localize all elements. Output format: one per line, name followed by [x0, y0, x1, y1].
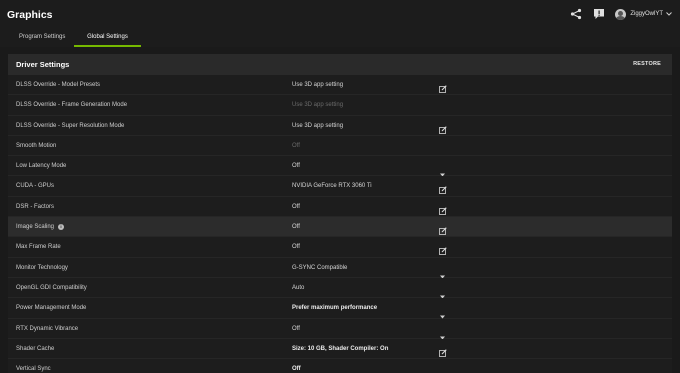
setting-label-text: DLSS Override - Super Resolution Mode: [16, 122, 125, 129]
setting-value[interactable]: Use 3D app setting: [292, 82, 343, 88]
chevron-down-icon[interactable]: [440, 266, 445, 279]
setting-value[interactable]: Off: [292, 326, 300, 332]
chevron-down-icon[interactable]: [440, 164, 445, 177]
setting-label-text: Image Scaling: [16, 224, 55, 231]
setting-label-text: OpenGL GDI Compatibility: [16, 284, 87, 291]
setting-label: DLSS Override - Super Resolution Mode: [16, 123, 124, 129]
setting-value[interactable]: G-SYNC Compatible: [292, 265, 347, 271]
settings-list: DLSS Override - Model Presets Use 3D app …: [8, 75, 672, 373]
edit-icon[interactable]: [439, 202, 447, 215]
tab-global-settings[interactable]: Global Settings: [74, 34, 141, 47]
setting-row[interactable]: Monitor Technology G-SYNC Compatible: [8, 257, 672, 279]
restore-button[interactable]: RESTORE: [633, 61, 661, 67]
edit-icon[interactable]: [439, 222, 447, 235]
setting-row[interactable]: DSR - Factors Off: [8, 196, 672, 218]
setting-row[interactable]: Smooth Motion Off: [8, 135, 672, 157]
info-icon[interactable]: i: [58, 224, 65, 231]
setting-label-text: Shader Cache: [16, 345, 55, 352]
setting-row[interactable]: Image Scaling i Off: [8, 217, 672, 238]
chevron-down-icon[interactable]: [440, 306, 445, 319]
setting-label-text: Monitor Technology: [16, 264, 68, 271]
setting-row[interactable]: DLSS Override - Super Resolution Mode Use…: [8, 115, 672, 136]
setting-label: RTX Dynamic Vibrance: [16, 326, 78, 332]
setting-label: Max Frame Rate: [16, 244, 61, 250]
setting-label-text: Max Frame Rate: [16, 244, 61, 251]
setting-row[interactable]: Vertical Sync Off: [8, 359, 672, 373]
section-header: Driver Settings RESTORE: [8, 54, 672, 75]
page-title: Graphics: [7, 9, 53, 21]
setting-row[interactable]: DLSS Override - Frame Generation Mode Use…: [8, 95, 672, 116]
setting-row[interactable]: RTX Dynamic Vibrance Off: [8, 318, 672, 340]
edit-icon[interactable]: [439, 121, 447, 134]
chevron-down-icon[interactable]: [440, 286, 445, 299]
feedback-icon[interactable]: [593, 8, 605, 20]
username[interactable]: ZiggyOwlYT: [630, 11, 663, 17]
setting-label-text: DLSS Override - Model Presets: [16, 82, 101, 88]
setting-label-text: DLSS Override - Frame Generation Mode: [16, 102, 128, 109]
setting-label: CUDA - GPUs: [16, 183, 54, 189]
edit-icon[interactable]: [439, 344, 447, 357]
top-actions: ZiggyOwlYT: [570, 8, 672, 20]
setting-label-text: Low Latency Mode: [16, 163, 67, 170]
setting-label: DLSS Override - Model Presets: [16, 82, 100, 88]
main-content: Driver Settings RESTORE DLSS Override - …: [0, 47, 680, 373]
setting-label: Shader Cache: [16, 346, 54, 352]
edit-icon[interactable]: [439, 80, 447, 93]
setting-label-text: RTX Dynamic Vibrance: [16, 325, 79, 332]
setting-label: Image Scaling i: [16, 224, 65, 231]
setting-label: Vertical Sync: [16, 366, 51, 372]
section-title: Driver Settings: [16, 60, 70, 69]
setting-value[interactable]: Off: [292, 204, 300, 210]
edit-icon[interactable]: [439, 242, 447, 256]
setting-value: Use 3D app setting: [292, 102, 344, 109]
chevron-down-icon[interactable]: [440, 327, 445, 340]
setting-value[interactable]: Size: 10 GB, Shader Compiler: On: [292, 346, 388, 352]
tab-bar: Program Settings Global Settings: [0, 30, 680, 47]
setting-value[interactable]: Use 3D app setting: [292, 123, 343, 129]
setting-value[interactable]: Off: [292, 366, 301, 372]
setting-label: DLSS Override - Frame Generation Mode: [16, 102, 127, 108]
setting-row[interactable]: Power Management Mode Prefer maximum perf…: [8, 298, 672, 319]
setting-value[interactable]: Auto: [292, 285, 304, 291]
setting-label: DSR - Factors: [16, 204, 54, 210]
setting-value[interactable]: NVIDIA GeForce RTX 3060 Ti: [292, 183, 372, 189]
setting-label: Smooth Motion: [16, 143, 56, 149]
chevron-down-icon[interactable]: [440, 367, 445, 371]
setting-label-text: DSR - Factors: [16, 203, 55, 210]
setting-row[interactable]: OpenGL GDI Compatibility Auto: [8, 277, 672, 299]
top-bar: Graphics ZiggyOwlYT: [0, 0, 680, 30]
setting-label: Monitor Technology: [16, 265, 68, 271]
setting-row[interactable]: Shader Cache Size: 10 GB, Shader Compiler…: [8, 338, 672, 360]
setting-value[interactable]: Off: [292, 224, 300, 230]
setting-row[interactable]: CUDA - GPUs NVIDIA GeForce RTX 3060 Ti: [8, 176, 672, 197]
chevron-down-icon[interactable]: [666, 12, 672, 16]
setting-row[interactable]: Low Latency Mode Off: [8, 156, 672, 177]
setting-label: Power Management Mode: [16, 305, 86, 311]
setting-label-text: Power Management Mode: [16, 305, 87, 312]
setting-label-text: CUDA - GPUs: [16, 183, 55, 190]
edit-icon[interactable]: [439, 181, 447, 195]
setting-row[interactable]: DLSS Override - Model Presets Use 3D app …: [8, 75, 672, 96]
setting-label: OpenGL GDI Compatibility: [16, 285, 87, 291]
setting-label-text: Smooth Motion: [16, 142, 57, 149]
setting-value[interactable]: Off: [292, 244, 300, 250]
setting-value[interactable]: Prefer maximum performance: [292, 305, 377, 311]
setting-label: Low Latency Mode: [16, 163, 66, 169]
setting-label-text: Vertical Sync: [16, 366, 51, 373]
avatar[interactable]: [615, 8, 627, 20]
tab-program-settings[interactable]: Program Settings: [19, 34, 65, 47]
setting-value[interactable]: Off: [292, 163, 300, 169]
setting-value: Off: [292, 142, 300, 149]
setting-row[interactable]: Max Frame Rate Off: [8, 237, 672, 258]
share-icon[interactable]: [570, 8, 582, 20]
